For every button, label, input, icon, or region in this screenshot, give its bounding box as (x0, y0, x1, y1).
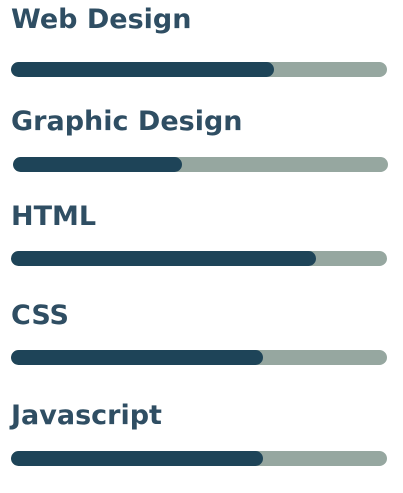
skill-label: Graphic Design (11, 106, 243, 137)
progress-fill (13, 157, 182, 172)
progress-track (11, 251, 387, 266)
progress-fill (11, 62, 275, 77)
skill-label: CSS (11, 300, 69, 331)
progress-fill (11, 451, 263, 466)
progress-track (13, 157, 388, 172)
progress-track (11, 350, 387, 365)
skill-label: Javascript (11, 400, 162, 431)
progress-track (11, 451, 387, 466)
progress-fill (11, 350, 263, 365)
skill-label: HTML (11, 201, 97, 232)
skill-label: Web Design (11, 4, 192, 35)
progress-track (11, 62, 387, 77)
progress-fill (11, 251, 316, 266)
